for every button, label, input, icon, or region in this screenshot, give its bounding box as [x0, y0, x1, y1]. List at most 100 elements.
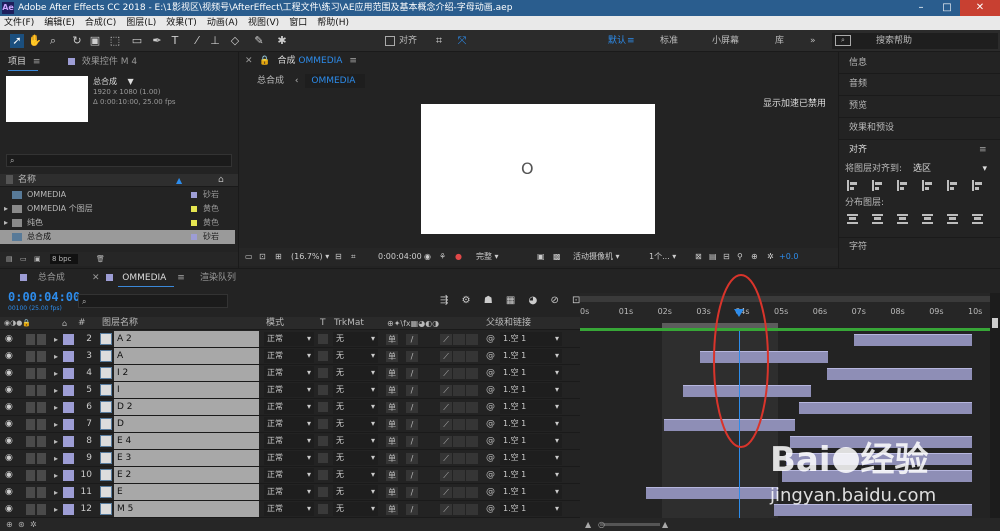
- pick-whip-icon[interactable]: @: [486, 467, 495, 484]
- visibility-eye-icon[interactable]: ◉: [5, 454, 15, 463]
- parent-dropdown[interactable]: 1.空 1 ▾: [500, 349, 562, 363]
- shy-switch[interactable]: 单: [386, 334, 398, 345]
- timeline-search-input[interactable]: ⌕: [78, 294, 228, 308]
- current-time[interactable]: 0:00:04:00: [378, 248, 422, 266]
- view-options-icon[interactable]: ⊡: [259, 248, 266, 266]
- zoom-slider[interactable]: [600, 523, 660, 526]
- motion-blur-switch[interactable]: ⟋: [440, 470, 452, 481]
- timeline-tab-main[interactable]: 总合成: [20, 272, 65, 284]
- layer-row[interactable]: ◉ ▸ 6 D 2 正常 ▾ 无 ▾ 单 / ⟋ @1.空 1 ▾: [0, 399, 580, 416]
- sort-ascending-icon[interactable]: ▲: [176, 174, 182, 187]
- brush-tool-icon[interactable]: ⁄: [190, 34, 204, 48]
- layer-name[interactable]: E 2: [114, 467, 259, 483]
- timeline-current-time[interactable]: 0:00:04:00: [8, 290, 80, 304]
- preserve-transparency-toggle[interactable]: [318, 487, 328, 497]
- adjustment-switch[interactable]: [453, 351, 465, 362]
- channel-icon[interactable]: ●: [455, 248, 462, 266]
- panel-effects-presets[interactable]: 效果和预设: [849, 121, 894, 135]
- draft-3d-icon[interactable]: ⚙: [462, 295, 471, 306]
- layer-label-swatch[interactable]: [63, 402, 74, 413]
- preserve-transparency-toggle[interactable]: [318, 470, 328, 480]
- 3d-switch[interactable]: [466, 436, 478, 447]
- 3d-switch[interactable]: [466, 334, 478, 345]
- puppet-pin-tool-icon[interactable]: ✱: [275, 34, 289, 48]
- quality-switch[interactable]: /: [406, 453, 418, 464]
- visibility-eye-icon[interactable]: ◉: [5, 505, 15, 514]
- layer-label-swatch[interactable]: [63, 385, 74, 396]
- layer-mode-dropdown[interactable]: 正常 ▾: [264, 417, 314, 431]
- breadcrumb-back-icon[interactable]: ‹: [295, 76, 299, 86]
- layer-name[interactable]: A: [114, 348, 259, 364]
- parent-dropdown[interactable]: 1.空 1 ▾: [500, 417, 562, 431]
- layer-label-swatch[interactable]: [63, 487, 74, 498]
- expand-arrow-icon[interactable]: ▸: [54, 365, 58, 382]
- workspace-standard[interactable]: 标准: [660, 34, 678, 48]
- distribute-vcenter-icon[interactable]: [872, 214, 883, 225]
- views-dropdown[interactable]: 1个... ▾: [649, 248, 676, 266]
- toggle-switches-icon[interactable]: ⊕: [6, 518, 13, 531]
- quality-switch[interactable]: /: [406, 385, 418, 396]
- expand-arrow-icon[interactable]: ▸: [54, 348, 58, 365]
- align-vertical-center-icon[interactable]: [947, 180, 958, 191]
- parent-dropdown[interactable]: 1.空 1 ▾: [500, 434, 562, 448]
- pick-whip-icon[interactable]: @: [486, 433, 495, 450]
- snapshot-icon[interactable]: ◉: [424, 248, 431, 266]
- panel-align-title[interactable]: 对齐: [849, 143, 867, 157]
- scrollbar-thumb[interactable]: [992, 318, 998, 328]
- fit-icon[interactable]: ⊟: [335, 248, 342, 266]
- trkmat-dropdown[interactable]: 无▾: [333, 502, 378, 516]
- tag-icon[interactable]: ⌂: [218, 174, 224, 187]
- menu-file[interactable]: 文件(F): [4, 16, 34, 30]
- parent-dropdown[interactable]: 1.空 1 ▾: [500, 383, 562, 397]
- panel-preview[interactable]: 预览: [849, 99, 867, 113]
- solo-toggle[interactable]: [37, 334, 46, 345]
- fast-preview-icon[interactable]: ⊠: [695, 248, 702, 266]
- trkmat-dropdown[interactable]: 无▾: [333, 349, 378, 363]
- pick-whip-icon[interactable]: @: [486, 501, 495, 518]
- quality-switch[interactable]: /: [406, 334, 418, 345]
- time-ruler[interactable]: 0s 01s 02s 03s 04s 05s 06s 07s 08s 09s 10s: [580, 293, 990, 331]
- motion-blur-switch[interactable]: ⟋: [440, 504, 452, 515]
- layer-row[interactable]: ◉ ▸ 9 E 3 正常 ▾ 无 ▾ 单 / ⟋ @1.空 1 ▾: [0, 450, 580, 467]
- quality-switch[interactable]: /: [406, 402, 418, 413]
- resolution-dropdown[interactable]: 完整 ▾: [476, 248, 536, 266]
- hand-tool-icon[interactable]: ✋: [28, 34, 42, 48]
- minimize-icon[interactable]: –: [908, 0, 934, 16]
- workspace-libraries[interactable]: 库: [775, 34, 784, 48]
- 3d-switch[interactable]: [466, 504, 478, 515]
- new-folder-icon[interactable]: ▭: [20, 252, 27, 266]
- layer-name[interactable]: E 3: [114, 450, 259, 466]
- layer-name-header[interactable]: 图层名称: [102, 317, 138, 330]
- layer-duration-bar[interactable]: [700, 351, 829, 363]
- layer-label-swatch[interactable]: [63, 470, 74, 481]
- layer-mode-dropdown[interactable]: 正常 ▾: [264, 366, 314, 380]
- solo-toggle[interactable]: [37, 351, 46, 362]
- time-navigator[interactable]: [580, 296, 990, 302]
- playhead-handle[interactable]: [734, 309, 745, 317]
- layer-row[interactable]: ◉ ▸ 5 I 正常 ▾ 无 ▾ 单 / ⟋ @1.空 1 ▾: [0, 382, 580, 399]
- lock-icon[interactable]: 🔒: [259, 56, 270, 66]
- expand-arrow-icon[interactable]: ▸: [4, 202, 8, 216]
- clone-stamp-tool-icon[interactable]: ⊥: [208, 34, 222, 48]
- audio-toggle[interactable]: [26, 351, 35, 362]
- preserve-transparency-toggle[interactable]: [318, 368, 328, 378]
- audio-toggle[interactable]: [26, 402, 35, 413]
- align-top-icon[interactable]: [922, 180, 933, 191]
- quality-switch[interactable]: /: [406, 436, 418, 447]
- visibility-eye-icon[interactable]: ◉: [5, 437, 15, 446]
- align-right-icon[interactable]: [897, 180, 908, 191]
- frame-blending-icon[interactable]: ▦: [506, 295, 515, 306]
- rotate-tool-icon[interactable]: ↻: [70, 34, 84, 48]
- layer-mode-dropdown[interactable]: 正常 ▾: [264, 451, 314, 465]
- align-checkbox[interactable]: [385, 36, 395, 46]
- quality-switch[interactable]: /: [406, 368, 418, 379]
- visibility-eye-icon[interactable]: ◉: [5, 369, 15, 378]
- solo-toggle[interactable]: [37, 487, 46, 498]
- menu-animation[interactable]: 动画(A): [207, 16, 238, 30]
- expand-arrow-icon[interactable]: ▸: [54, 467, 58, 484]
- shy-switch[interactable]: 单: [386, 419, 398, 430]
- audio-toggle[interactable]: [26, 504, 35, 515]
- 3d-switch[interactable]: [466, 351, 478, 362]
- parent-dropdown[interactable]: 1.空 1 ▾: [500, 332, 562, 346]
- pick-whip-icon[interactable]: @: [486, 450, 495, 467]
